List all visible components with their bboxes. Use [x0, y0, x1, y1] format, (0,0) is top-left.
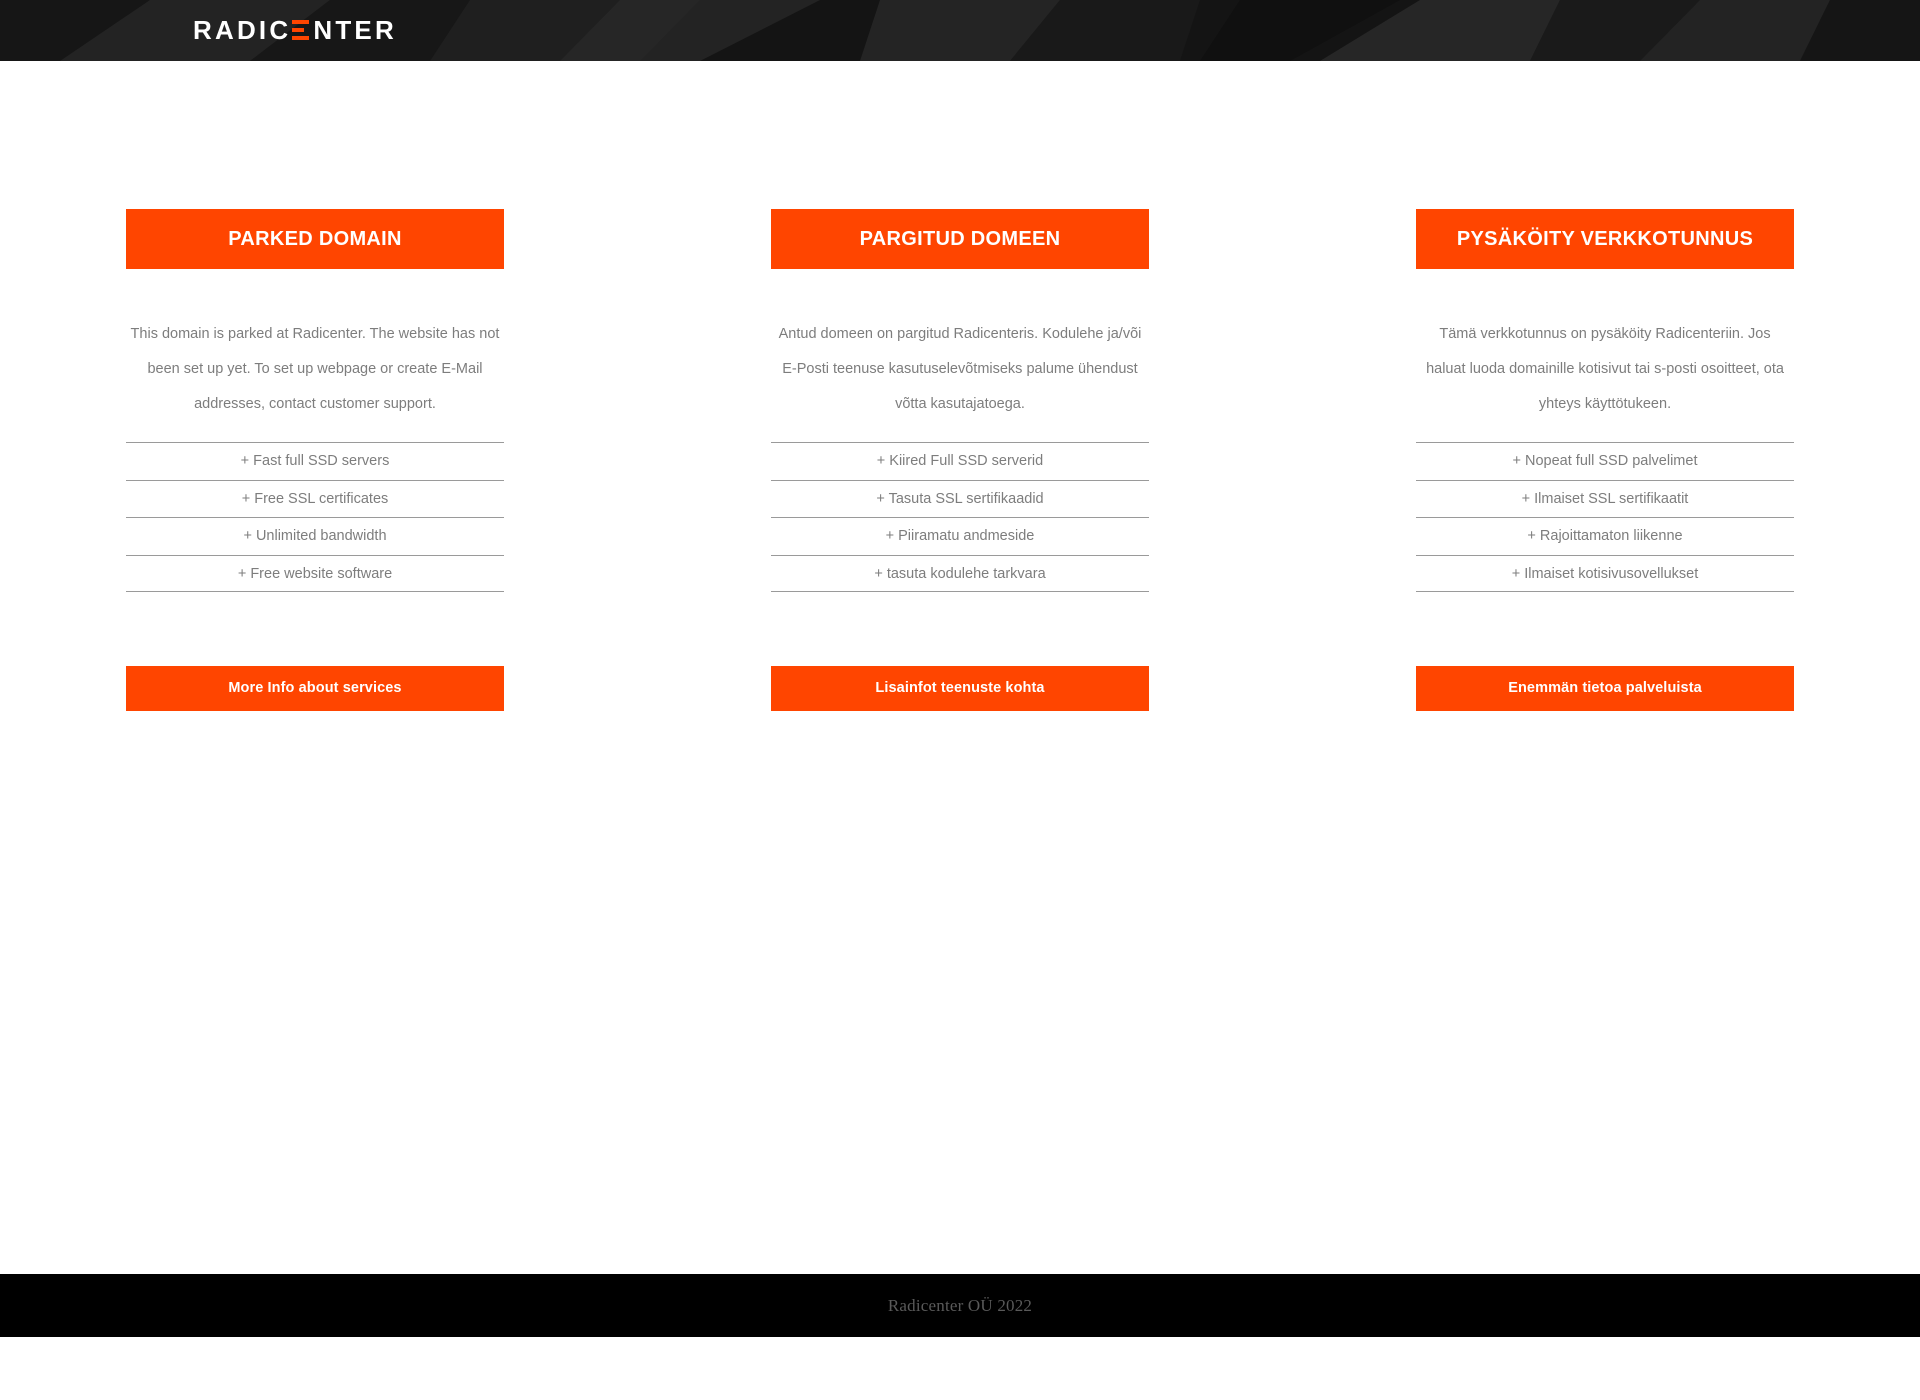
card-body-en: This domain is parked at Radicenter. The…	[126, 269, 504, 712]
list-item: + Nopeat full SSD palvelimet	[1416, 442, 1794, 480]
main-content: PARKED DOMAIN This domain is parked at R…	[0, 61, 1920, 1337]
list-item: + Unlimited bandwidth	[126, 517, 504, 555]
card-title-et: PARGITUD DOMEEN	[859, 228, 1061, 250]
more-info-button-et[interactable]: Lisainfot teenuste kohta	[771, 666, 1149, 712]
logo-accent-e-icon	[292, 20, 310, 40]
site-footer: Radicenter OÜ 2022	[0, 1274, 1920, 1337]
card-header-en: PARKED DOMAIN	[126, 209, 504, 269]
card-parked-domain-en: PARKED DOMAIN This domain is parked at R…	[126, 209, 504, 712]
list-item: + Kiired Full SSD serverid	[771, 442, 1149, 480]
card-body-fi: Tämä verkkotunnus on pysäköity Radicente…	[1416, 269, 1794, 712]
footer-copyright: Radicenter OÜ 2022	[887, 1295, 1033, 1315]
card-description-fi: Tämä verkkotunnus on pysäköity Radicente…	[1426, 326, 1784, 412]
feature-list-fi: + Nopeat full SSD palvelimet + Ilmaiset …	[1416, 442, 1794, 593]
more-info-button-en[interactable]: More Info about services	[126, 666, 504, 712]
feature-list-en: + Fast full SSD servers + Free SSL certi…	[126, 442, 504, 593]
card-body-et: Antud domeen on pargitud Radicenteris. K…	[771, 269, 1149, 712]
list-item: + Piiramatu andmeside	[771, 517, 1149, 555]
card-header-fi: PYSÄKÖITY VERKKOTUNNUS	[1416, 209, 1794, 269]
logo-text-before: RADIC	[193, 15, 292, 45]
logo[interactable]: RADIC NTER	[193, 14, 397, 46]
card-description-et: Antud domeen on pargitud Radicenteris. K…	[778, 326, 1142, 412]
card-description-en: This domain is parked at Radicenter. The…	[130, 326, 500, 412]
list-item: + Rajoittamaton liikenne	[1416, 517, 1794, 555]
card-parked-domain-et: PARGITUD DOMEEN Antud domeen on pargitud…	[771, 209, 1149, 712]
logo-text-after: NTER	[313, 15, 397, 45]
site-header: RADIC NTER	[0, 0, 1920, 61]
card-title-en: PARKED DOMAIN	[228, 228, 402, 250]
list-item: + Ilmaiset SSL sertifikaatit	[1416, 479, 1794, 518]
list-item: + Ilmaiset kotisivusovellukset	[1416, 554, 1794, 593]
card-header-et: PARGITUD DOMEEN	[771, 209, 1149, 269]
card-parked-domain-fi: PYSÄKÖITY VERKKOTUNNUS Tämä verkkotunnus…	[1416, 209, 1794, 712]
more-info-button-fi[interactable]: Enemmän tietoa palveluista	[1416, 666, 1794, 712]
logo-text: RADIC NTER	[193, 17, 397, 43]
feature-list-et: + Kiired Full SSD serverid + Tasuta SSL …	[771, 442, 1149, 593]
info-cards-row: PARKED DOMAIN This domain is parked at R…	[0, 209, 1920, 712]
list-item: + Free website software	[126, 554, 504, 593]
list-item: + Tasuta SSL sertifikaadid	[771, 479, 1149, 518]
list-item: + Free SSL certificates	[126, 479, 504, 518]
card-title-fi: PYSÄKÖITY VERKKOTUNNUS	[1456, 228, 1754, 250]
list-item: + Fast full SSD servers	[126, 442, 504, 480]
list-item: + tasuta kodulehe tarkvara	[771, 554, 1149, 593]
